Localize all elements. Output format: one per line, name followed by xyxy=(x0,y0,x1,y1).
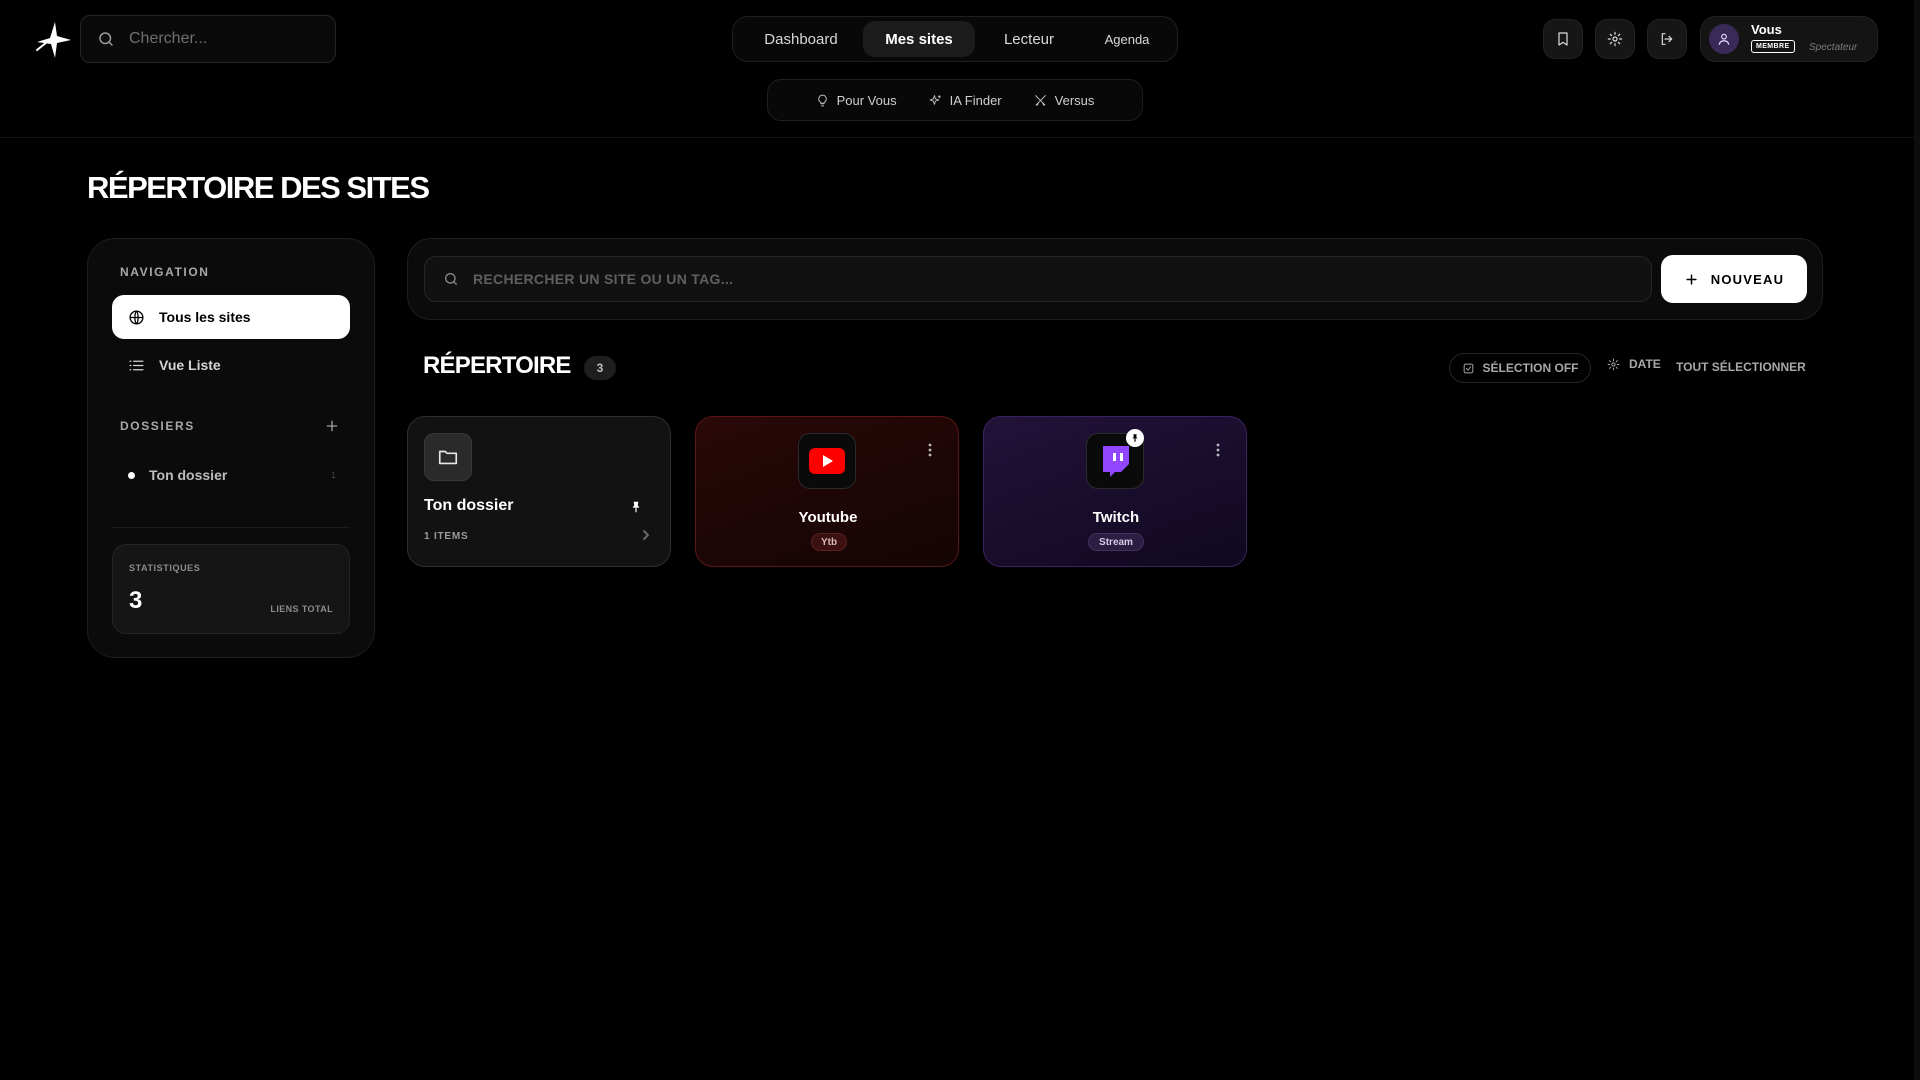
new-site-button[interactable]: NOUVEAU xyxy=(1661,255,1807,303)
globe-icon xyxy=(129,309,144,325)
stats-card: STATISTIQUES 3 LIENS TOTAL xyxy=(112,544,350,634)
sidebar-item-list-view[interactable]: Vue Liste xyxy=(112,343,350,387)
sort-date-button[interactable]: DATE xyxy=(1607,357,1661,371)
select-all-button[interactable]: TOUT SÉLECTIONNER xyxy=(1676,360,1806,374)
page-scrollbar[interactable] xyxy=(1914,0,1920,1080)
directory-title: RÉPERTOIRE xyxy=(423,352,571,379)
tab-mes-sites[interactable]: Mes sites xyxy=(863,21,975,57)
site-card-youtube[interactable]: Youtube Ytb xyxy=(695,416,959,567)
folder-dot xyxy=(128,471,135,479)
avatar xyxy=(1709,24,1739,54)
folder-card-count: 1 ITEMS xyxy=(424,531,469,542)
folder-icon xyxy=(438,450,458,465)
global-search-input[interactable] xyxy=(129,30,309,48)
subtab-ia-finder[interactable]: IA Finder xyxy=(929,93,1002,108)
selection-toggle[interactable]: SÉLECTION OFF xyxy=(1449,353,1591,383)
gear-icon xyxy=(1607,31,1623,47)
subtab-label: Versus xyxy=(1054,92,1095,108)
folder-tile xyxy=(424,433,472,481)
sub-nav: Pour Vous IA Finder Versus xyxy=(767,79,1143,121)
add-folder-icon[interactable] xyxy=(324,418,340,434)
stats-sub-label: LIENS TOTAL xyxy=(270,604,333,614)
folders-heading: DOSSIERS xyxy=(120,419,195,433)
logo-star-icon[interactable] xyxy=(33,20,73,60)
folder-count: 1 xyxy=(330,470,336,480)
top-header: Dashboard Mes sites Lecteur Agenda Pour … xyxy=(0,0,1920,138)
directory-count-badge: 3 xyxy=(584,356,616,380)
sparkles-icon xyxy=(929,94,941,105)
subtab-versus[interactable]: Versus xyxy=(1034,92,1095,108)
lightbulb-icon xyxy=(817,94,827,106)
user-name: Vous xyxy=(1751,22,1782,37)
more-options-icon[interactable] xyxy=(928,443,932,457)
user-profile-chip[interactable]: Vous MEMBRE Spectateur xyxy=(1700,16,1878,62)
new-button-label: NOUVEAU xyxy=(1710,271,1785,287)
site-name: Twitch xyxy=(1092,509,1140,526)
pin-icon xyxy=(1132,434,1138,442)
tab-lecteur[interactable]: Lecteur xyxy=(975,21,1083,57)
navigation-heading: NAVIGATION xyxy=(120,265,210,279)
pin-icon[interactable] xyxy=(629,500,643,514)
search-icon xyxy=(99,32,113,46)
plus-icon xyxy=(1686,273,1697,285)
stats-label: STATISTIQUES xyxy=(129,563,201,573)
selection-label: SÉLECTION OFF xyxy=(1482,361,1579,375)
twitch-icon xyxy=(1103,446,1129,477)
folder-card[interactable]: Ton dossier 1 ITEMS xyxy=(407,416,671,567)
more-options-icon[interactable] xyxy=(1216,443,1220,457)
sidebar-item-label: Vue Liste xyxy=(159,357,221,373)
subtab-label: IA Finder xyxy=(949,92,1002,108)
sort-label: DATE xyxy=(1629,357,1661,371)
main-nav: Dashboard Mes sites Lecteur Agenda xyxy=(732,16,1178,62)
logout-button[interactable] xyxy=(1647,19,1687,59)
site-tag[interactable]: Stream xyxy=(1088,533,1144,551)
bookmark-icon xyxy=(1558,32,1568,46)
sidebar-item-label: Tous les sites xyxy=(159,309,251,325)
gear-icon xyxy=(1607,358,1620,370)
site-tag[interactable]: Ytb xyxy=(811,533,847,551)
member-badge: MEMBRE xyxy=(1751,40,1795,53)
sidebar-item-all-sites[interactable]: Tous les sites xyxy=(112,295,350,339)
page-title: RÉPERTOIRE DES SITES xyxy=(87,170,430,205)
checkbox-icon xyxy=(1463,363,1473,373)
folder-item[interactable]: Ton dossier 1 xyxy=(128,465,336,485)
settings-button[interactable] xyxy=(1595,19,1635,59)
user-role: Spectateur xyxy=(1809,42,1858,53)
divider xyxy=(112,527,350,528)
user-icon xyxy=(1718,33,1730,45)
site-search-input[interactable] xyxy=(473,271,1573,287)
pinned-badge xyxy=(1126,429,1144,447)
list-icon xyxy=(129,360,144,370)
site-icon-tile xyxy=(798,433,856,489)
tab-dashboard[interactable]: Dashboard xyxy=(739,21,863,57)
user-info: Vous MEMBRE Spectateur xyxy=(1751,22,1871,56)
subtab-pour-vous[interactable]: Pour Vous xyxy=(816,93,897,108)
site-search-box[interactable] xyxy=(424,256,1652,302)
youtube-icon xyxy=(809,448,845,474)
site-name: Youtube xyxy=(798,509,858,526)
logout-icon xyxy=(1661,33,1673,45)
tab-agenda[interactable]: Agenda xyxy=(1083,21,1171,57)
swords-icon xyxy=(1034,94,1046,106)
chevron-right-icon xyxy=(643,530,649,540)
global-search-box[interactable] xyxy=(80,15,336,63)
search-panel: NOUVEAU xyxy=(407,238,1823,320)
site-card-twitch[interactable]: Twitch Stream xyxy=(983,416,1247,567)
folder-card-name: Ton dossier xyxy=(424,497,514,514)
search-icon xyxy=(445,273,457,285)
folder-name: Ton dossier xyxy=(149,467,228,483)
stats-value: 3 xyxy=(129,587,143,614)
bookmarks-button[interactable] xyxy=(1543,19,1583,59)
sidebar: NAVIGATION Tous les sites Vue Liste DOSS… xyxy=(87,238,375,658)
subtab-label: Pour Vous xyxy=(836,92,897,108)
